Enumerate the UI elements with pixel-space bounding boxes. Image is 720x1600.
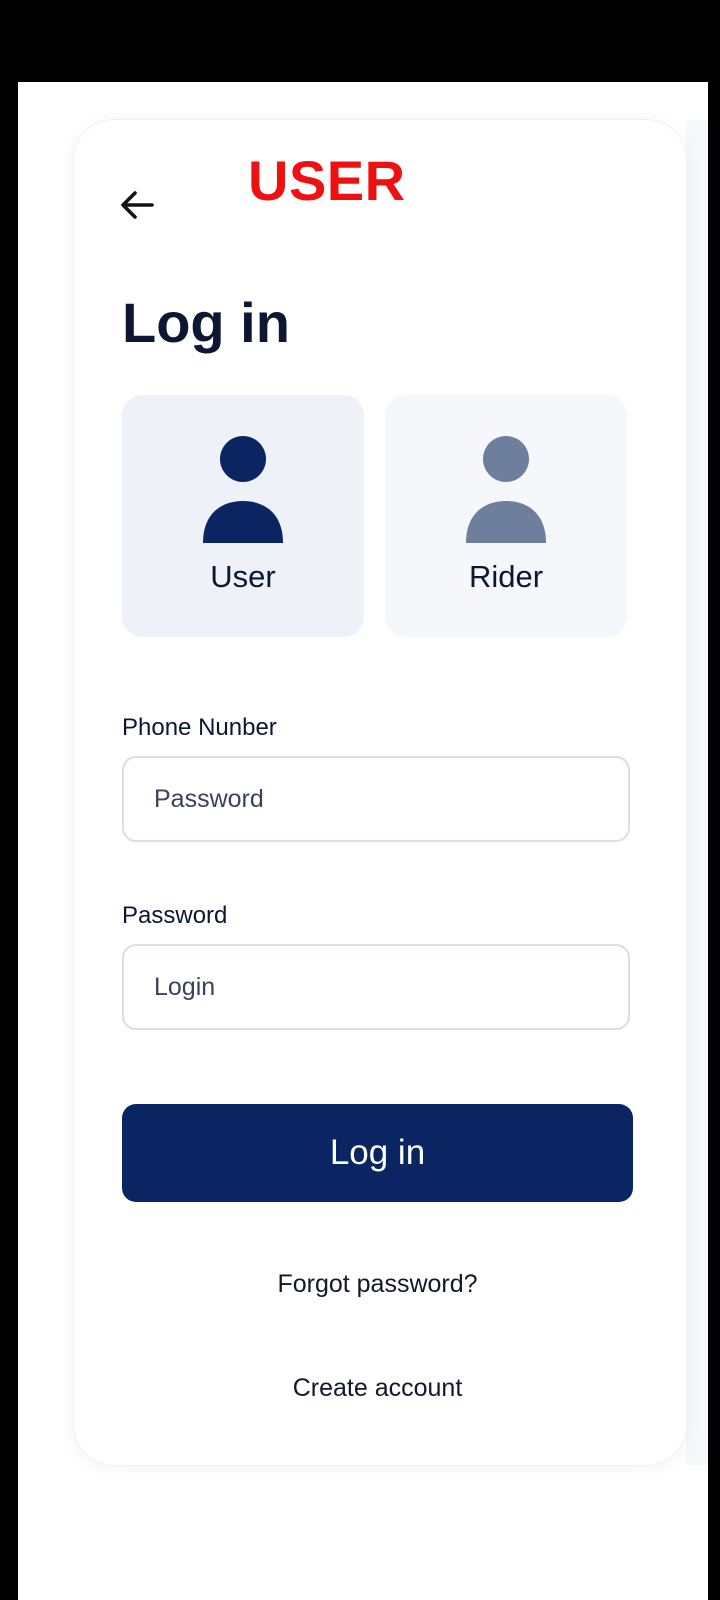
person-icon xyxy=(466,436,546,543)
phone-field-value: Password xyxy=(154,784,264,813)
create-account-link[interactable]: Create account xyxy=(122,1374,633,1403)
app-frame: USER Log in User Rider Phone Nunber Pass… xyxy=(0,0,720,1600)
phone-field[interactable]: Password xyxy=(122,756,630,842)
login-button[interactable]: Log in xyxy=(122,1104,633,1202)
forgot-password-link[interactable]: Forgot password? xyxy=(122,1270,633,1299)
role-banner: USER xyxy=(248,149,406,212)
person-icon xyxy=(203,436,283,543)
password-field[interactable]: Login xyxy=(122,944,630,1030)
arrow-left-icon xyxy=(121,191,154,219)
background-panel xyxy=(686,120,708,1465)
page-title: Log in xyxy=(122,291,290,354)
back-button[interactable] xyxy=(112,180,162,230)
role-option-user[interactable]: User xyxy=(122,395,364,637)
phone-field-label: Phone Nunber xyxy=(122,714,277,741)
role-option-rider[interactable]: Rider xyxy=(385,395,627,637)
role-option-label: User xyxy=(210,559,276,594)
role-option-label: Rider xyxy=(468,559,544,594)
password-field-label: Password xyxy=(122,902,228,929)
password-field-value: Login xyxy=(154,972,216,1001)
